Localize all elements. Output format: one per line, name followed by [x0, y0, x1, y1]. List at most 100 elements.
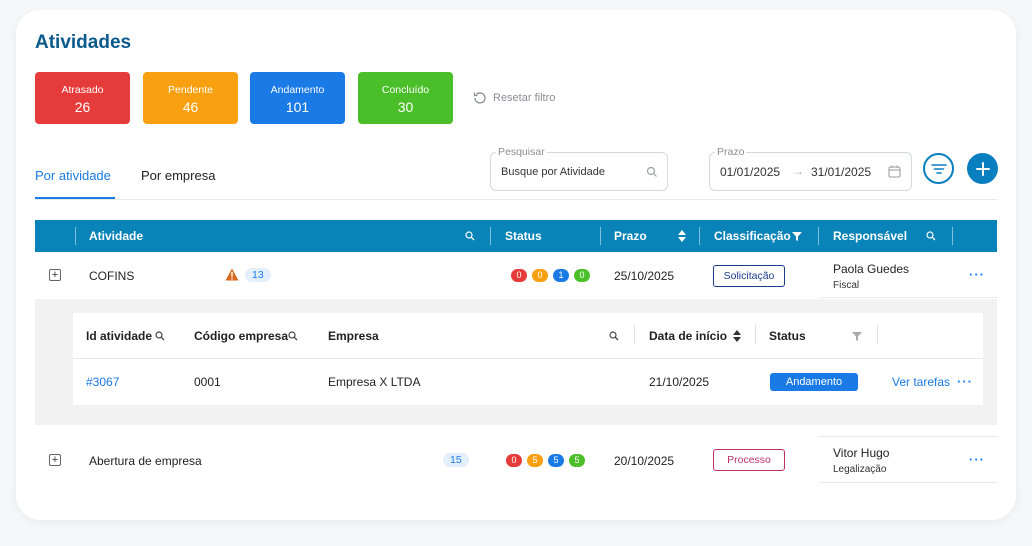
- status-count-andamento: 5: [548, 454, 564, 467]
- responsible-name: Paola Guedes: [833, 262, 910, 276]
- header-divider: [699, 227, 700, 245]
- header-prazo[interactable]: Prazo: [614, 229, 647, 243]
- stat-value: 46: [182, 99, 199, 115]
- status-count-atrasado: 0: [511, 269, 527, 282]
- stat-value: 101: [285, 99, 310, 115]
- date-end: 31/01/2025: [811, 165, 872, 179]
- filter-button[interactable]: [923, 153, 954, 184]
- deadline: 20/10/2025: [614, 454, 675, 468]
- status-counts: 0 0 1 0: [511, 269, 590, 282]
- more-options-icon[interactable]: ···: [969, 267, 985, 282]
- activity-count-badge: 15: [443, 453, 469, 467]
- header-divider: [952, 227, 953, 245]
- activity-id-link[interactable]: #3067: [86, 375, 119, 389]
- activity-name: COFINS: [89, 269, 135, 283]
- status-count-concluido: 5: [569, 454, 585, 467]
- header-divider: [490, 227, 491, 245]
- subheader-divider: [755, 325, 756, 344]
- page-title: Atividades: [35, 32, 132, 53]
- filter-lines-icon: [930, 163, 947, 174]
- header-responsavel[interactable]: Responsável: [833, 229, 907, 243]
- subheader-data-inicio[interactable]: Data de início: [649, 329, 727, 343]
- arrow-right-icon: →: [792, 164, 804, 178]
- subtable-header-divider: [73, 358, 983, 359]
- stat-card-atrasado[interactable]: Atrasado 26: [35, 72, 130, 124]
- responsible: Paola Guedes Fiscal: [833, 262, 909, 291]
- search-icon[interactable]: [465, 231, 475, 241]
- date-start: 01/01/2025: [720, 165, 781, 179]
- table-header: Atividade Status Prazo Classificação Res…: [35, 220, 997, 252]
- date-range-label: Prazo: [715, 146, 747, 158]
- responsible-name: Vitor Hugo: [833, 446, 890, 460]
- search-label: Pesquisar: [496, 146, 547, 158]
- view-tasks-link[interactable]: Ver tarefas: [892, 375, 950, 389]
- stat-card-pendente[interactable]: Pendente 46: [143, 72, 238, 124]
- search-icon[interactable]: [609, 331, 619, 341]
- row-divider: [820, 436, 997, 437]
- subheader-codigo[interactable]: Código empresa: [194, 329, 288, 343]
- tab-por-empresa[interactable]: Por empresa: [141, 168, 215, 183]
- sort-icon[interactable]: [678, 230, 686, 242]
- date-range-field[interactable]: Prazo 01/01/2025 → 31/01/2025: [709, 146, 912, 191]
- header-atividade[interactable]: Atividade: [89, 229, 143, 243]
- status-badge: Andamento: [770, 373, 858, 391]
- stat-label: Pendente: [168, 84, 213, 96]
- header-status[interactable]: Status: [505, 229, 542, 243]
- subheader-status[interactable]: Status: [769, 329, 806, 343]
- subtable: [73, 313, 983, 405]
- stat-label: Atrasado: [61, 84, 104, 96]
- header-classificacao[interactable]: Classificação: [714, 229, 791, 243]
- expand-row-button[interactable]: +: [49, 269, 61, 281]
- stat-value: 26: [74, 99, 91, 115]
- expand-row-button[interactable]: +: [49, 454, 61, 466]
- calendar-icon[interactable]: [888, 165, 901, 178]
- search-icon[interactable]: [155, 331, 165, 341]
- start-date: 21/10/2025: [649, 375, 710, 389]
- search-icon[interactable]: [926, 231, 936, 241]
- sort-icon[interactable]: [733, 330, 741, 342]
- responsible: Vitor Hugo Legalização: [833, 446, 889, 475]
- more-options-icon[interactable]: ···: [969, 452, 985, 467]
- responsible-department: Legalização: [833, 464, 887, 475]
- row-divider: [820, 297, 997, 298]
- stat-card-andamento[interactable]: Andamento 101: [250, 72, 345, 124]
- search-icon[interactable]: [288, 331, 298, 341]
- stat-card-concluido[interactable]: Concluído 30: [358, 72, 453, 124]
- header-divider: [600, 227, 601, 245]
- status-count-pendente: 5: [527, 454, 543, 467]
- header-divider: [75, 227, 76, 245]
- filter-funnel-icon[interactable]: [792, 231, 802, 241]
- stat-value: 30: [397, 99, 414, 115]
- tab-por-atividade[interactable]: Por atividade: [35, 168, 111, 183]
- status-count-andamento: 1: [553, 269, 569, 282]
- status-count-atrasado: 0: [506, 454, 522, 467]
- status-counts: 0 5 5 5: [506, 454, 585, 467]
- reset-filter-button[interactable]: Resetar filtro: [472, 90, 555, 106]
- subheader-divider: [877, 325, 878, 344]
- warning-icon: [225, 268, 239, 281]
- more-options-icon[interactable]: ···: [957, 374, 973, 389]
- stat-label: Concluído: [381, 84, 430, 96]
- filter-funnel-icon[interactable]: [852, 331, 862, 341]
- activity-count-badge: 13: [245, 268, 271, 282]
- company-code: 0001: [194, 375, 221, 389]
- search-value: Busque por Atividade: [501, 166, 605, 178]
- status-count-pendente: 0: [532, 269, 548, 282]
- subheader-empresa[interactable]: Empresa: [328, 329, 379, 343]
- tabs-divider: [35, 199, 997, 200]
- plus-icon: [975, 161, 990, 176]
- responsible-department: Fiscal: [833, 280, 860, 291]
- classification-tag: Solicitação: [713, 265, 785, 287]
- activity-name: Abertura de empresa: [89, 454, 202, 468]
- search-input[interactable]: Pesquisar Busque por Atividade: [490, 146, 668, 191]
- add-button[interactable]: [967, 153, 998, 184]
- header-divider: [818, 227, 819, 245]
- subheader-id[interactable]: Id atividade: [86, 329, 152, 343]
- deadline: 25/10/2025: [614, 269, 675, 283]
- refresh-icon: [473, 92, 486, 104]
- company-name: Empresa X LTDA: [328, 375, 421, 389]
- search-icon: [646, 166, 657, 177]
- row-divider: [820, 482, 997, 483]
- active-tab-indicator: [35, 197, 115, 199]
- reset-filter-label: Resetar filtro: [493, 92, 556, 104]
